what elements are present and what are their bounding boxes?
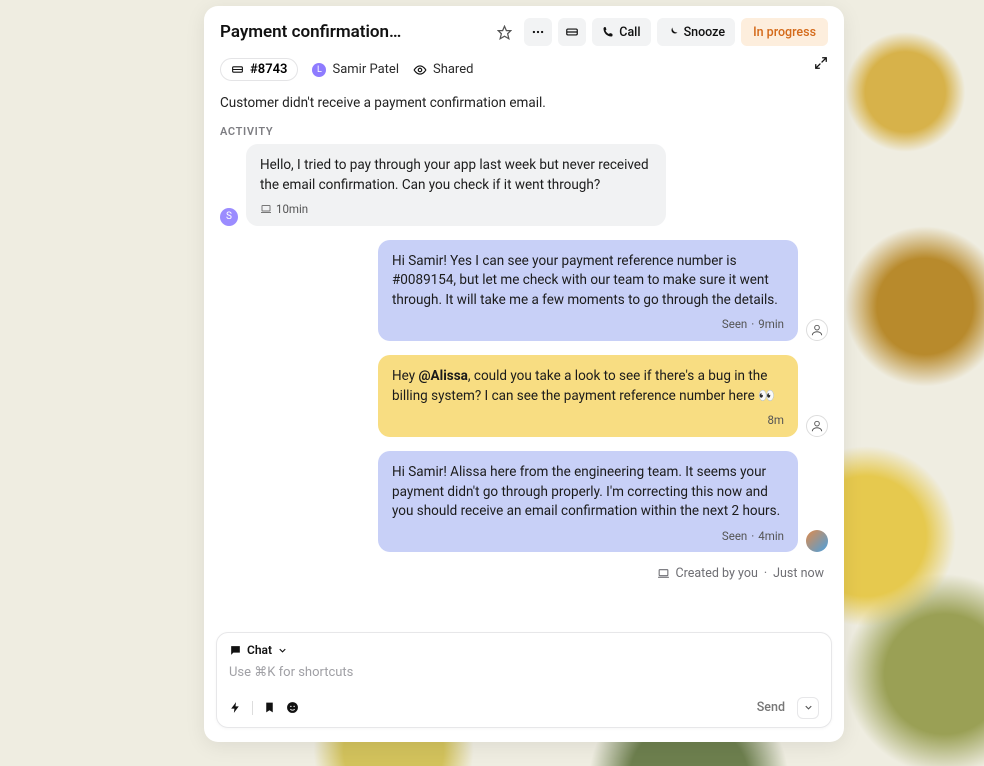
created-when: Just now <box>773 566 824 581</box>
phone-icon <box>602 26 614 38</box>
message-time: 4min <box>758 528 784 545</box>
message-bubble-agent[interactable]: Hi Samir! Yes I can see your payment ref… <box>378 240 798 341</box>
bookmark-icon <box>263 701 276 714</box>
eye-icon <box>413 63 427 77</box>
moon-icon <box>667 26 679 38</box>
star-button[interactable] <box>490 18 518 46</box>
message-row: Hey @Alissa, could you take a look to se… <box>220 355 828 437</box>
summary-text: Customer didn't receive a payment confir… <box>204 91 844 125</box>
message-bubble-customer[interactable]: Hello, I tried to pay through your app l… <box>246 144 666 226</box>
chat-icon <box>229 644 242 657</box>
more-button[interactable] <box>524 18 552 46</box>
message-time: 10min <box>276 201 308 218</box>
message-text: Hi Samir! Alissa here from the engineeri… <box>392 463 784 522</box>
message-status: Seen <box>722 528 747 545</box>
laptop-icon <box>260 203 272 215</box>
created-line: Created by you · Just now <box>220 566 828 581</box>
agent-avatar <box>806 319 828 341</box>
composer-mode-picker[interactable]: Chat <box>229 643 819 657</box>
ticket-button[interactable] <box>558 18 586 46</box>
message-status: Seen <box>722 316 747 333</box>
call-label: Call <box>619 25 640 40</box>
chevron-down-icon <box>803 702 814 713</box>
activity-label: ACTIVITY <box>204 125 844 144</box>
mention[interactable]: @Alissa <box>418 368 467 384</box>
send-more-button[interactable] <box>797 697 819 719</box>
visibility-chip[interactable]: Shared <box>413 62 473 77</box>
composer-mode-label: Chat <box>247 643 272 657</box>
bookmark-button[interactable] <box>263 701 276 714</box>
composer: Chat Use ⌘K for shortcuts Send <box>216 632 832 728</box>
status-label: In progress <box>753 25 816 40</box>
ticket-id-pill[interactable]: #8743 <box>220 58 298 81</box>
composer-input[interactable]: Use ⌘K for shortcuts <box>229 663 819 690</box>
author-avatar: L <box>312 63 326 77</box>
composer-tools <box>229 701 299 715</box>
message-bubble-note[interactable]: Hey @Alissa, could you take a look to se… <box>378 355 798 437</box>
message-text: Hi Samir! Yes I can see your payment ref… <box>392 252 784 311</box>
send-button[interactable]: Send <box>749 696 793 719</box>
conversation-card: Payment confirmation… Call Snooze In pro… <box>204 6 844 742</box>
expand-icon <box>814 56 828 70</box>
engineer-avatar <box>806 530 828 552</box>
message-thread[interactable]: S Hello, I tried to pay through your app… <box>204 144 844 622</box>
status-badge[interactable]: In progress <box>741 18 828 46</box>
separator <box>252 701 253 715</box>
laptop-icon <box>657 567 670 580</box>
emoji-icon <box>286 701 299 714</box>
star-icon <box>497 25 512 40</box>
author-name: Samir Patel <box>332 62 399 77</box>
chevron-down-icon <box>277 645 288 656</box>
bolt-button[interactable] <box>229 701 242 714</box>
person-icon <box>810 419 824 433</box>
ticket-icon <box>231 63 244 76</box>
snooze-button[interactable]: Snooze <box>657 18 736 46</box>
message-row: S Hello, I tried to pay through your app… <box>220 144 828 226</box>
message-bubble-agent[interactable]: Hi Samir! Alissa here from the engineeri… <box>378 451 798 552</box>
message-row: Hi Samir! Alissa here from the engineeri… <box>220 451 828 552</box>
customer-avatar: S <box>220 208 238 226</box>
expand-button[interactable] <box>814 56 828 70</box>
card-header: Payment confirmation… Call Snooze In pro… <box>204 6 844 56</box>
message-text: Hello, I tried to pay through your app l… <box>260 156 652 195</box>
ellipsis-icon <box>531 25 545 39</box>
visibility-label: Shared <box>433 62 473 77</box>
author-chip[interactable]: L Samir Patel <box>312 62 399 77</box>
message-row: Hi Samir! Yes I can see your payment ref… <box>220 240 828 341</box>
snooze-label: Snooze <box>684 25 726 40</box>
agent-avatar <box>806 415 828 437</box>
page-title: Payment confirmation… <box>220 22 484 42</box>
person-icon <box>810 323 824 337</box>
bolt-icon <box>229 701 242 714</box>
call-button[interactable]: Call <box>592 18 650 46</box>
meta-row: #8743 L Samir Patel Shared <box>204 56 844 91</box>
ticket-id: #8743 <box>250 62 287 77</box>
message-text: Hey @Alissa, could you take a look to se… <box>392 367 784 406</box>
message-time: 9min <box>758 316 784 333</box>
created-by: Created by you <box>676 566 758 581</box>
emoji-button[interactable] <box>286 701 299 714</box>
message-time: 8m <box>767 412 784 429</box>
ticket-icon <box>565 25 579 39</box>
